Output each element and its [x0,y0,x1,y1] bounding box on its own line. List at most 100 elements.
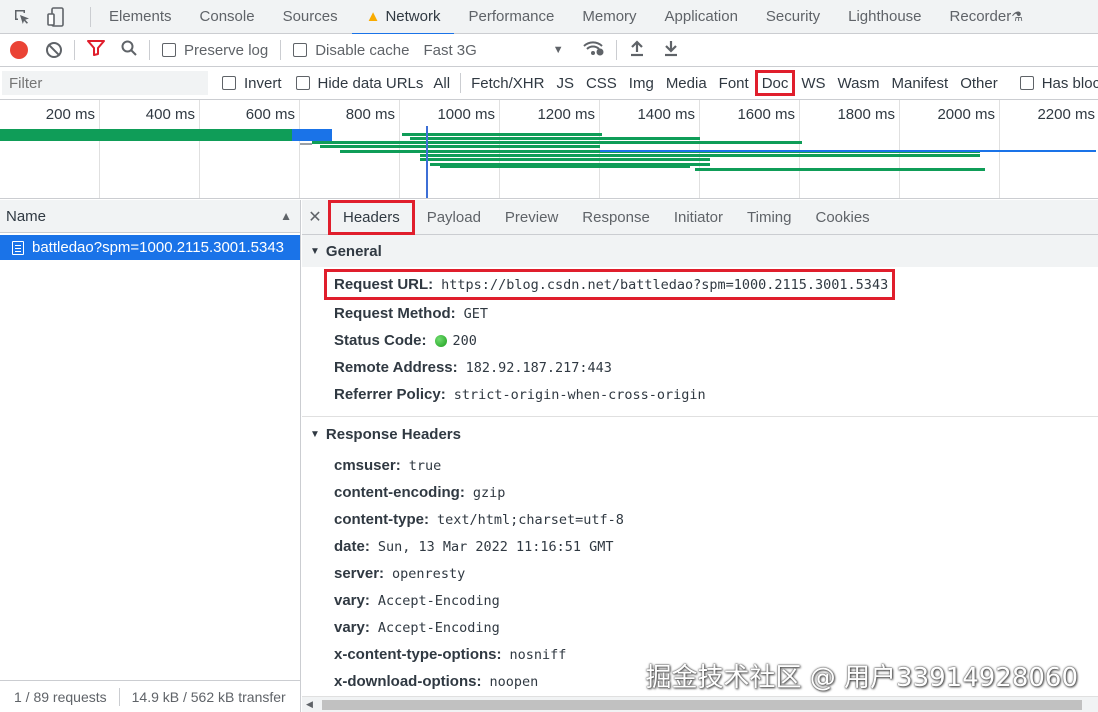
tab-console[interactable]: Console [186,0,269,34]
waterfall-bar [402,133,602,136]
timeline-tick-label: 600 ms [245,106,295,123]
filter-type-font[interactable]: Font [713,70,755,96]
import-har-icon[interactable] [629,39,645,61]
record-button[interactable] [10,41,28,59]
summary-bar: 1 / 89 requests 14.9 kB / 562 kB transfe… [0,680,300,712]
waterfall-bar [695,168,985,171]
collapse-triangle-icon: ▼ [310,245,320,257]
search-icon[interactable] [121,40,137,60]
tab-recorder[interactable]: Recorder ⚗ [936,0,1037,34]
dom-content-loaded-marker [426,126,428,198]
collapse-triangle-icon: ▼ [310,429,320,440]
general-row: Request URL: https://blog.csdn.net/battle… [324,269,896,300]
general-row: Referrer Policy: strict-origin-when-cross… [334,386,706,403]
tab-preview[interactable]: Preview [493,200,570,235]
waterfall-bar [420,158,710,161]
request-list: Name ▲ battledao?spm=1000.2115.3001.5343… [0,200,301,712]
checkbox-box[interactable] [295,76,310,90]
timeline-gridline [199,100,200,198]
watermark: 掘金技术社区 @ 用户3391492806​0 [645,663,1079,693]
filter-type-ws[interactable]: WS [795,70,831,96]
tab-payload[interactable]: Payload [415,200,493,235]
request-row-selected[interactable]: battledao?spm=1000.2115.3001.5343 [0,235,300,260]
checkbox-box[interactable] [293,43,308,57]
timeline-tick-label: 2200 ms [1037,106,1095,123]
waterfall-bar [312,141,802,144]
clear-button[interactable] [46,42,62,58]
device-toolbar-icon[interactable] [46,6,66,27]
checkbox-box[interactable] [222,76,236,90]
tab-cookies[interactable]: Cookies [803,200,881,235]
filter-type-fetch-xhr[interactable]: Fetch/XHR [465,70,550,96]
network-conditions-icon[interactable] [582,40,604,60]
hide-data-urls-checkbox[interactable]: Hide data URLs [295,75,423,92]
timeline-tick-label: 1200 ms [537,106,595,123]
disable-cache-checkbox[interactable]: Disable cache [293,42,409,59]
filter-funnel-icon[interactable] [87,40,105,60]
horizontal-scrollbar[interactable]: ◀ [302,696,1098,712]
waterfall-bar [0,129,292,141]
tab-network[interactable]: ▲ Network [351,0,455,35]
scrollbar-thumb[interactable] [322,700,1082,710]
preserve-log-checkbox[interactable]: Preserve log [162,42,268,59]
tab-timing[interactable]: Timing [735,200,803,235]
name-column-header[interactable]: Name ▲ [0,200,300,233]
checkbox-box[interactable] [162,43,176,57]
devtools-tabbar: Elements Console Sources ▲ Network Performanc… [0,0,1098,35]
timeline-gridline [99,100,100,198]
network-overview-timeline[interactable]: 200 ms 400 ms 600 ms 800 ms 1000 ms 1200 ms 14… [0,100,1098,199]
tab-lighthouse[interactable]: Lighthouse [834,0,935,34]
waterfall-bar [410,137,700,140]
divider [90,6,91,27]
invert-checkbox[interactable]: Invert [222,75,282,92]
tab-performance[interactable]: Performance [454,0,568,34]
filter-type-manifest[interactable]: Manifest [886,70,955,96]
response-header-row: server: openresty [334,565,466,582]
timeline-tick-label: 800 ms [345,106,395,123]
timeline-tick-label: 200 ms [45,106,95,123]
filter-type-wasm[interactable]: Wasm [832,70,886,96]
filter-type-js[interactable]: JS [550,70,580,96]
waterfall-bar [420,154,980,157]
request-details: ✕ Headers Payload Preview Response Initiator… [302,199,1098,712]
response-header-row: vary: Accept-Encoding [334,592,500,609]
tab-application[interactable]: Application [651,0,752,34]
checkbox-box[interactable] [1019,76,1034,90]
throttling-select[interactable]: Fast 3G ▼ [423,42,563,59]
filter-bar: Invert Hide data URLs All Fetch/XHRJSCSSI… [0,67,1098,100]
filter-type-other[interactable]: Other [954,70,1004,96]
response-header-row: cmsuser: true [334,457,442,474]
timeline-tick-label: 1600 ms [737,106,795,123]
general-section-header[interactable]: ▼ General [302,235,1098,267]
tab-elements[interactable]: Elements [95,0,186,34]
export-har-icon[interactable] [663,39,679,61]
filter-input[interactable] [2,71,208,95]
filter-type-all[interactable]: All [427,70,456,96]
tab-security[interactable]: Security [752,0,834,34]
warning-icon: ▲ [365,8,381,25]
tab-memory[interactable]: Memory [568,0,650,34]
timeline-tick-label: 400 ms [145,106,195,123]
filter-type-doc[interactable]: Doc [754,70,796,96]
general-row: Status Code: 200 [334,332,477,349]
has-blocked-cookies-checkbox[interactable]: Has blocked [1019,75,1098,92]
scroll-left-arrow-icon[interactable]: ◀ [306,699,313,710]
close-icon[interactable]: ✕ [302,207,328,227]
tab-initiator[interactable]: Initiator [662,200,735,235]
filter-type-media[interactable]: Media [660,70,713,96]
tab-sources[interactable]: Sources [269,0,352,34]
tab-response[interactable]: Response [570,200,662,235]
response-header-row: vary: Accept-Encoding [334,619,500,636]
timeline-tick-label: 2000 ms [937,106,995,123]
document-icon [12,240,24,255]
filter-type-css[interactable]: CSS [580,70,623,96]
waterfall-bar [440,166,690,168]
details-tabbar: ✕ Headers Payload Preview Response Initiator… [302,199,1098,235]
inspect-element-icon[interactable] [12,7,32,27]
filter-type-img[interactable]: Img [623,70,660,96]
tab-headers[interactable]: Headers [328,199,415,235]
waterfall-bar [292,129,332,141]
response-headers-section-header[interactable]: ▼ Response Headers [302,416,1098,452]
response-header-row: content-type: text/html;charset=utf-8 [334,511,624,528]
sort-ascending-icon: ▲ [280,209,292,223]
